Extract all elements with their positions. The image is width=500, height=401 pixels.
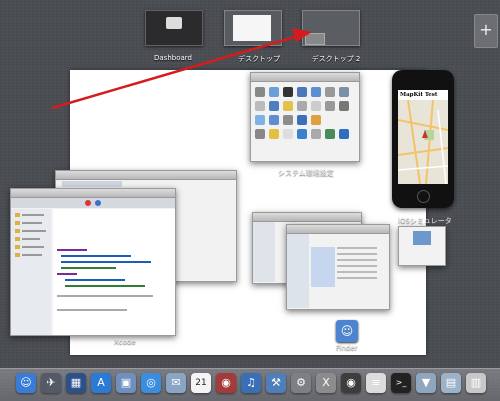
documents-folder-icon[interactable]: ▤ — [441, 373, 461, 393]
mail-glyph: ✉ — [171, 376, 181, 389]
x11-icon[interactable]: X — [316, 373, 336, 393]
xcode-icon[interactable]: ⚒ — [266, 373, 286, 393]
calendar-icon[interactable]: 21 — [191, 373, 211, 393]
finder-icon[interactable]: ☺ — [16, 373, 36, 393]
preview-glyph: ▣ — [120, 376, 132, 389]
mission-control-icon[interactable]: ▦ — [66, 373, 86, 393]
downloads-folder-icon[interactable]: ▼ — [416, 373, 436, 393]
system-prefs-glyph: ⚙ — [296, 376, 306, 389]
camera-icon[interactable]: ◉ — [341, 373, 361, 393]
terminal-icon[interactable]: >_ — [391, 373, 411, 393]
trash-glyph: ▥ — [470, 376, 482, 389]
app-store-glyph: A — [97, 376, 105, 389]
safari-icon[interactable]: ◎ — [141, 373, 161, 393]
app-store-icon[interactable]: A — [91, 373, 111, 393]
camera-glyph: ◉ — [346, 376, 356, 389]
xcode-glyph: ⚒ — [271, 376, 281, 389]
terminal-glyph: >_ — [395, 378, 407, 387]
system-prefs-icon[interactable]: ⚙ — [291, 373, 311, 393]
calendar-glyph: 21 — [195, 378, 207, 388]
mission-control-glyph: ▦ — [70, 376, 82, 389]
preview-icon[interactable]: ▣ — [116, 373, 136, 393]
downloads-folder-glyph: ▼ — [421, 376, 431, 389]
annotation-arrow — [51, 28, 312, 110]
document-glyph: ≡ — [371, 376, 381, 389]
document-icon[interactable]: ≡ — [366, 373, 386, 393]
itunes-glyph: ♫ — [246, 376, 256, 389]
mail-icon[interactable]: ✉ — [166, 373, 186, 393]
safari-glyph: ◎ — [146, 376, 156, 389]
photo-booth-icon[interactable]: ◉ — [216, 373, 236, 393]
trash-icon[interactable]: ▥ — [466, 373, 486, 393]
x11-glyph: X — [322, 376, 330, 389]
documents-folder-glyph: ▤ — [445, 376, 457, 389]
photo-booth-glyph: ◉ — [221, 376, 231, 389]
launchpad-glyph: ✈ — [46, 376, 56, 389]
launchpad-icon[interactable]: ✈ — [41, 373, 61, 393]
finder-glyph: ☺ — [20, 376, 32, 389]
itunes-icon[interactable]: ♫ — [241, 373, 261, 393]
